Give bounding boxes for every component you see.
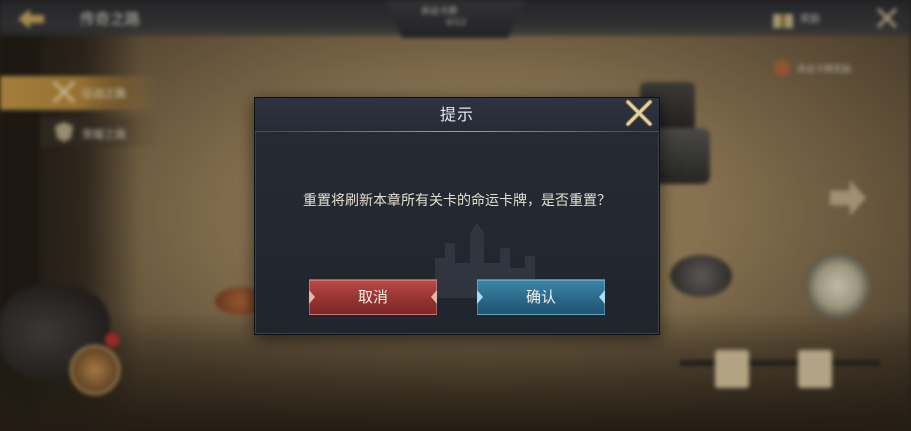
button-edge-icon [431, 290, 437, 304]
button-edge-icon [309, 290, 315, 304]
close-icon[interactable] [623, 97, 655, 129]
button-edge-icon [477, 290, 483, 304]
button-edge-icon [599, 290, 605, 304]
confirm-button[interactable]: 确认 [477, 279, 605, 315]
cancel-label: 取消 [357, 288, 388, 306]
dialog-message: 重置将刷新本章所有关卡的命运卡牌，是否重置？ [303, 193, 611, 209]
dialog-title: 提示 [439, 105, 474, 124]
confirm-label: 确认 [525, 288, 556, 306]
cancel-button[interactable]: 取消 [309, 279, 437, 315]
confirm-dialog: 提示 重置将刷新本章所有关卡的命运卡牌，是否重置？ 取消 确认 [254, 97, 660, 335]
